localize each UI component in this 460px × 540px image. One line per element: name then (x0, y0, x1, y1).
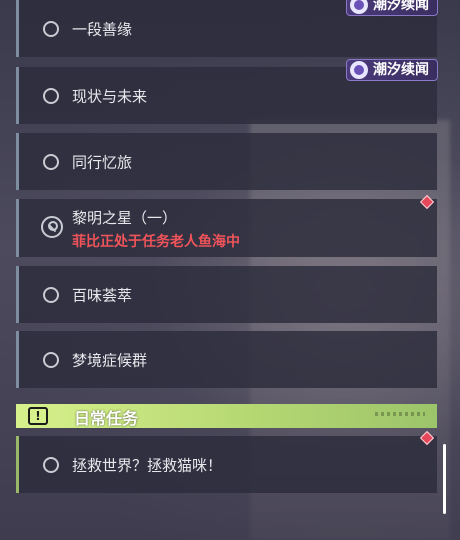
quest-item[interactable]: 百味荟萃 (16, 266, 437, 323)
tidal-icon (350, 61, 368, 79)
radio-icon (43, 20, 59, 37)
quest-item[interactable]: 同行忆旅 (16, 133, 437, 190)
badge-label: 潮汐续闻 (373, 62, 429, 78)
quest-item-active[interactable]: 黎明之星（一） 菲比正处于任务老人鱼海中 (16, 199, 437, 257)
quest-item[interactable]: 梦境症候群 (16, 331, 437, 388)
quest-title: 黎明之星（一） (72, 209, 178, 227)
decorative-stripes (375, 412, 425, 416)
alert-icon: ! (28, 407, 48, 425)
tidal-icon (350, 0, 368, 14)
section-title: 日常任务 (74, 409, 139, 428)
quest-item[interactable]: 拯救世界？拯救猫咪！ (16, 436, 437, 493)
quest-title: 拯救世界？拯救猫咪！ (72, 456, 223, 474)
quest-list: 一段善缘 潮汐续闻 现状与未来 潮汐续闻 同行忆旅 黎明之星（一） 菲比正处于任… (0, 0, 460, 540)
quest-title: 同行忆旅 (72, 153, 133, 171)
tidal-sequel-badge: 潮汐续闻 (346, 0, 438, 16)
quest-status: 菲比正处于任务老人鱼海中 (72, 234, 240, 250)
tidal-sequel-badge: 潮汐续闻 (346, 59, 438, 81)
scrollbar[interactable] (443, 444, 446, 514)
quest-title: 现状与未来 (72, 87, 148, 105)
daily-quests-header[interactable]: ! 日常任务 (16, 404, 437, 428)
radio-icon (43, 87, 59, 104)
quest-title: 梦境症候群 (72, 351, 148, 369)
radio-icon (43, 351, 59, 368)
badge-label: 潮汐续闻 (373, 0, 429, 13)
locked-icon (41, 216, 63, 238)
quest-title: 百味荟萃 (72, 286, 133, 304)
radio-icon (43, 286, 59, 303)
radio-icon (43, 456, 59, 473)
radio-icon (43, 153, 59, 170)
quest-title: 一段善缘 (72, 20, 133, 38)
